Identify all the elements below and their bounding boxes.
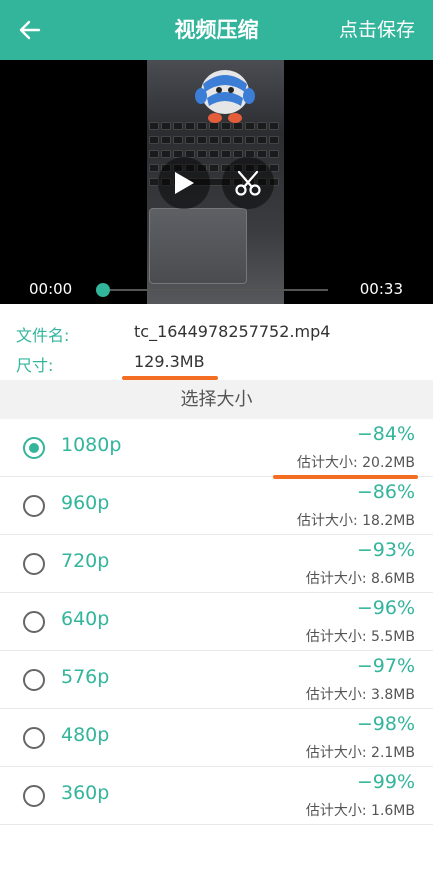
play-icon (175, 172, 194, 194)
video-player[interactable]: 00:00 00:33 (0, 60, 433, 304)
option-estimated-size: 估计大小: 18.2MB (296, 513, 415, 529)
size-option-640p[interactable]: 640p −96% 估计大小: 5.5MB (0, 593, 433, 651)
file-size-value: 129.3MB (134, 352, 205, 371)
touchpad (149, 208, 247, 284)
size-option-360p[interactable]: 360p −99% 估计大小: 1.6MB (0, 767, 433, 825)
radio-unselected[interactable] (23, 785, 45, 807)
top-bar: 视频压缩 点击保存 (0, 0, 433, 60)
seek-track[interactable] (102, 289, 328, 291)
option-reduction: −98% (356, 713, 415, 735)
option-resolution: 480p (61, 724, 110, 746)
seek-thumb[interactable] (96, 283, 110, 297)
current-time: 00:00 (29, 280, 73, 298)
option-reduction: −97% (356, 655, 415, 677)
option-reduction: −84% (356, 423, 415, 445)
option-estimated-size: 估计大小: 5.5MB (305, 629, 415, 645)
option-estimated-size: 估计大小: 8.6MB (305, 571, 415, 587)
toy-figure (195, 70, 255, 123)
option-resolution: 1080p (61, 434, 122, 456)
radio-selected[interactable] (23, 437, 45, 459)
size-option-480p[interactable]: 480p −98% 估计大小: 2.1MB (0, 709, 433, 767)
trim-button[interactable] (222, 157, 274, 209)
option-estimated-size: 估计大小: 3.8MB (305, 687, 415, 703)
section-title: 选择大小 (0, 380, 433, 419)
file-info: 文件名: tc_1644978257752.mp4 尺寸: 129.3MB (0, 304, 433, 380)
back-arrow-icon (19, 20, 41, 40)
duration-time: 00:33 (359, 280, 403, 298)
play-button[interactable] (158, 157, 210, 209)
option-resolution: 576p (61, 666, 110, 688)
back-button[interactable] (14, 14, 46, 46)
option-reduction: −99% (356, 771, 415, 793)
option-resolution: 720p (61, 550, 110, 572)
scissors-icon (235, 170, 261, 196)
option-resolution: 360p (61, 782, 110, 804)
size-option-1080p[interactable]: 1080p −84% 估计大小: 20.2MB (0, 419, 433, 477)
option-estimated-size: 估计大小: 20.2MB (296, 455, 415, 471)
save-button[interactable]: 点击保存 (339, 0, 415, 60)
file-name-label: 文件名: (16, 326, 70, 345)
radio-unselected[interactable] (23, 611, 45, 633)
option-reduction: −96% (356, 597, 415, 619)
option-reduction: −86% (356, 481, 415, 503)
size-option-576p[interactable]: 576p −97% 估计大小: 3.8MB (0, 651, 433, 709)
seek-bar-area: 00:00 00:33 (0, 276, 433, 304)
option-reduction: −93% (356, 539, 415, 561)
file-name-value: tc_1644978257752.mp4 (134, 322, 331, 341)
size-option-960p[interactable]: 960p −86% 估计大小: 18.2MB (0, 477, 433, 535)
radio-unselected[interactable] (23, 727, 45, 749)
option-estimated-size: 估计大小: 1.6MB (305, 803, 415, 819)
option-resolution: 640p (61, 608, 110, 630)
radio-unselected[interactable] (23, 495, 45, 517)
size-option-720p[interactable]: 720p −93% 估计大小: 8.6MB (0, 535, 433, 593)
option-resolution: 960p (61, 492, 110, 514)
radio-unselected[interactable] (23, 669, 45, 691)
radio-unselected[interactable] (23, 553, 45, 575)
option-estimated-size: 估计大小: 2.1MB (305, 745, 415, 761)
file-size-label: 尺寸: (16, 356, 54, 375)
